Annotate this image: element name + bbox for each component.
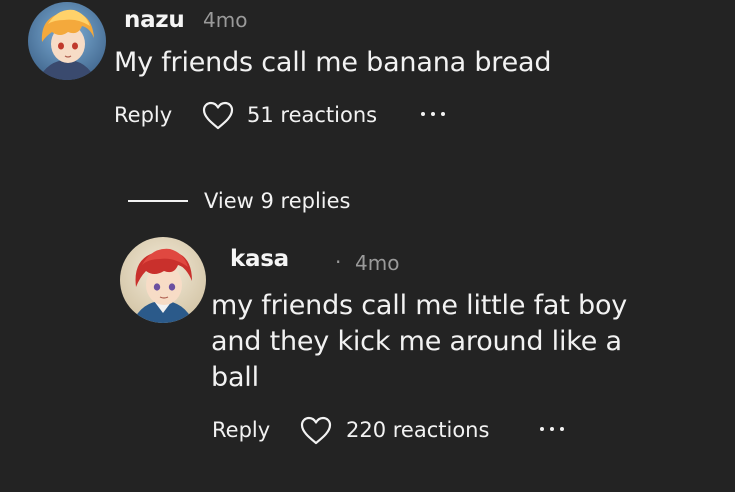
heart-outline-icon[interactable] [300,416,332,445]
more-dot [431,112,435,116]
more-dot [540,427,544,431]
more-dot [560,427,564,431]
comment-timestamp: 4mo [203,8,248,32]
reactions-count[interactable]: 220 reactions [346,418,489,442]
replies-divider-line [128,200,188,202]
reply-text-line: ball [211,362,259,393]
more-dot [550,427,554,431]
avatar-nazu[interactable] [28,2,106,80]
more-options-icon[interactable] [540,424,564,434]
reply-text: my friends call me little fat boy and th… [211,288,627,396]
meta-separator: · [335,250,342,274]
reply-text-line: my friends call me little fat boy [211,290,628,321]
reactions-count[interactable]: 51 reactions [247,103,377,127]
more-dot [441,112,445,116]
more-dot [421,112,425,116]
reply-button[interactable]: Reply [212,418,270,442]
reply-button[interactable]: Reply [114,103,172,127]
reply-text-line: and they kick me around like a [211,326,622,357]
comment-text: My friends call me banana bread [114,47,552,78]
reply-timestamp: 4mo [355,251,400,275]
view-replies-button[interactable]: View 9 replies [204,189,351,213]
comment-username[interactable]: nazu [124,7,185,33]
avatar-kasa[interactable] [120,237,206,323]
more-options-icon[interactable] [421,109,445,119]
heart-outline-icon[interactable] [202,101,234,130]
reply-username[interactable]: kasa [230,246,289,272]
